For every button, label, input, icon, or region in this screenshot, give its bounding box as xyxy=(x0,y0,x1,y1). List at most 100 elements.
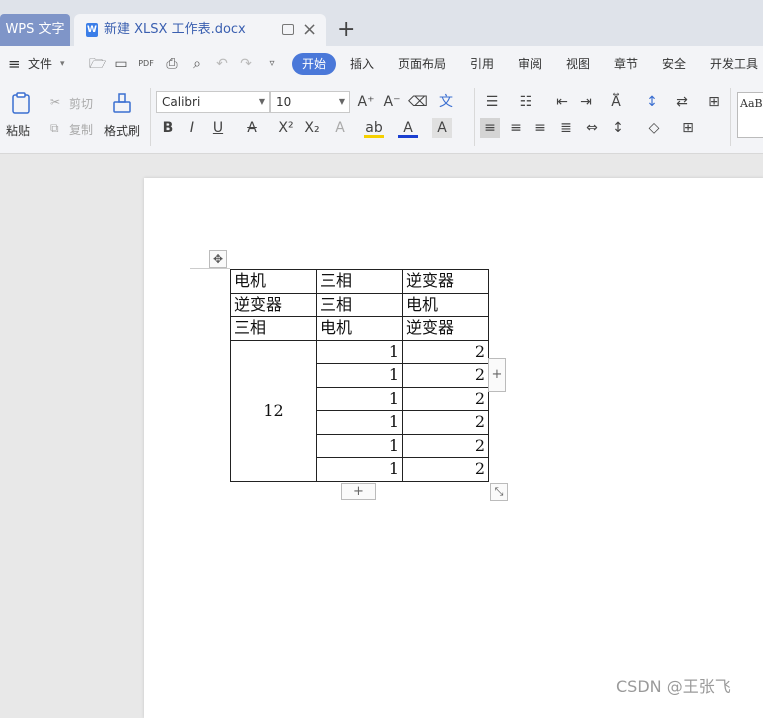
copy-button[interactable]: 复制 xyxy=(69,121,93,138)
table-cell[interactable]: 电机 xyxy=(402,292,489,317)
table-cell[interactable]: 1 xyxy=(316,457,403,482)
document-tab[interactable]: W 新建 XLSX 工作表.docx × xyxy=(74,14,326,46)
table-cell[interactable]: 三相 xyxy=(230,316,317,341)
tab-references[interactable]: 引用 xyxy=(470,46,494,82)
table-cell[interactable]: 2 xyxy=(402,339,489,364)
table-row: 逆变器 三相 电机 xyxy=(230,292,489,317)
shading-icon[interactable]: ◇ xyxy=(644,118,664,138)
table-cell[interactable]: 2 xyxy=(402,386,489,411)
font-size-select[interactable]: 10 ▼ xyxy=(270,91,350,113)
close-tab-icon[interactable]: × xyxy=(302,17,317,43)
tab-developer-tools[interactable]: 开发工具 xyxy=(710,46,758,82)
tab-insert[interactable]: 插入 xyxy=(350,46,374,82)
bold-icon[interactable]: B xyxy=(158,118,178,138)
line-spacing-icon[interactable]: ↕ xyxy=(608,118,628,138)
add-row-plus-icon[interactable]: + xyxy=(341,483,376,500)
app-tab-wps[interactable]: WPS 文字 xyxy=(0,14,70,46)
format-painter-button[interactable]: 格式刷 xyxy=(104,122,140,139)
phonetic-guide-icon[interactable]: 文 xyxy=(436,92,456,112)
tab-page-layout[interactable]: 页面布局 xyxy=(398,46,446,82)
table-cell[interactable]: 1 xyxy=(316,386,403,411)
merged-cell[interactable]: 12 xyxy=(230,339,317,482)
tab-security[interactable]: 安全 xyxy=(662,46,686,82)
underline-icon[interactable]: U xyxy=(208,118,228,138)
decrease-font-size-icon[interactable]: A⁻ xyxy=(382,92,402,112)
copy-icon[interactable]: ⧉ xyxy=(50,121,59,136)
table-cell[interactable]: 2 xyxy=(402,363,489,388)
style-gallery-preview[interactable]: AaBb xyxy=(737,92,763,138)
show-marks-icon[interactable]: ⇄ xyxy=(672,92,692,112)
table-cell[interactable]: 2 xyxy=(402,410,489,435)
clear-formatting-icon[interactable]: ⌫ xyxy=(408,92,428,112)
document-page[interactable]: ✥ 电机 三相 逆变器 逆变器 三相 电机 三相 电机 逆变器 12 1 2 1… xyxy=(144,178,763,718)
align-right-icon[interactable]: ≡ xyxy=(530,118,550,138)
text-effects-icon[interactable]: A xyxy=(330,118,350,138)
export-pdf-icon[interactable]: PDF xyxy=(138,56,154,72)
undo-icon[interactable]: ↶ xyxy=(214,56,230,72)
tab-view[interactable]: 视图 xyxy=(566,46,590,82)
format-painter-icon[interactable] xyxy=(111,92,133,114)
align-left-icon[interactable]: ≡ xyxy=(480,118,500,138)
new-tab-button[interactable]: + xyxy=(337,14,355,46)
table-cell[interactable]: 电机 xyxy=(230,269,317,294)
bullet-list-icon[interactable]: ☰ xyxy=(482,92,502,112)
decrease-indent-icon[interactable]: ⇤ xyxy=(552,92,572,112)
table-cell[interactable]: 三相 xyxy=(316,269,403,294)
text-direction-icon[interactable]: A⃡ xyxy=(606,92,626,112)
table-cell[interactable]: 1 xyxy=(316,363,403,388)
table-cell[interactable]: 1 xyxy=(316,433,403,458)
table-cell[interactable]: 电机 xyxy=(316,316,403,341)
distributed-align-icon[interactable]: ⇔ xyxy=(582,118,602,138)
superscript-icon[interactable]: X² xyxy=(276,118,296,138)
print-icon[interactable]: ⎙ xyxy=(164,56,180,72)
paste-icon[interactable] xyxy=(10,92,32,114)
quick-access-dropdown-icon[interactable]: ▿ xyxy=(264,56,280,72)
align-center-icon[interactable]: ≡ xyxy=(506,118,526,138)
table-cell[interactable]: 1 xyxy=(316,410,403,435)
cut-button[interactable]: 剪切 xyxy=(69,95,93,112)
table-cell[interactable]: 三相 xyxy=(316,292,403,317)
character-shading-icon[interactable]: A xyxy=(432,118,452,138)
add-column-plus-icon[interactable]: + xyxy=(488,358,506,392)
csdn-watermark: CSDN @王张飞 xyxy=(616,677,731,696)
increase-indent-icon[interactable]: ⇥ xyxy=(576,92,596,112)
document-workspace: ✥ 电机 三相 逆变器 逆变器 三相 电机 三相 电机 逆变器 12 1 2 1… xyxy=(0,155,763,718)
font-color-icon[interactable]: A xyxy=(398,118,418,138)
highlight-icon[interactable]: ab xyxy=(364,118,384,138)
chevron-down-icon: ▼ xyxy=(338,97,345,106)
table-cell[interactable]: 2 xyxy=(402,457,489,482)
window-restore-icon[interactable] xyxy=(282,24,294,35)
borders-icon[interactable]: ⊞ xyxy=(678,118,698,138)
tab-chapter[interactable]: 章节 xyxy=(614,46,638,82)
document-table[interactable]: 电机 三相 逆变器 逆变器 三相 电机 三相 电机 逆变器 12 1 2 1 2… xyxy=(230,269,489,482)
table-cell[interactable]: 1 xyxy=(316,339,403,364)
font-name-select[interactable]: Calibri ▼ xyxy=(156,91,270,113)
table-cell[interactable]: 逆变器 xyxy=(230,292,317,317)
file-menu[interactable]: 文件 xyxy=(28,46,52,82)
strikethrough-icon[interactable]: A xyxy=(242,118,262,138)
subscript-icon[interactable]: X₂ xyxy=(302,118,322,138)
table-grid-icon[interactable]: ⊞ xyxy=(704,92,724,112)
tab-review[interactable]: 审阅 xyxy=(518,46,542,82)
cut-scissors-icon[interactable]: ✂ xyxy=(50,95,60,109)
tab-home[interactable]: 开始 xyxy=(292,53,337,75)
italic-icon[interactable]: I xyxy=(182,118,202,138)
sort-icon[interactable]: ↕ xyxy=(642,92,662,112)
table-move-handle-icon[interactable]: ✥ xyxy=(209,250,227,268)
hamburger-menu-icon[interactable]: ≡ xyxy=(8,46,21,82)
menu-bar: ≡ 文件 ▾ 🗁 ▭ PDF ⎙ ⌕ ↶ ↷ ▿ 开始 插入 页面布局 引用 审… xyxy=(0,46,763,82)
save-icon[interactable]: ▭ xyxy=(113,56,129,72)
redo-icon[interactable]: ↷ xyxy=(238,56,254,72)
paste-button[interactable]: 粘贴 xyxy=(6,122,30,139)
increase-font-size-icon[interactable]: A⁺ xyxy=(356,92,376,112)
print-preview-icon[interactable]: ⌕ xyxy=(189,56,205,72)
table-cell[interactable]: 2 xyxy=(402,433,489,458)
table-resize-handle-icon[interactable]: ⤡ xyxy=(490,483,508,501)
open-folder-icon[interactable]: 🗁 xyxy=(89,56,106,72)
numbered-list-icon[interactable]: ☷ xyxy=(516,92,536,112)
ribbon-separator xyxy=(150,88,151,146)
table-cell[interactable]: 逆变器 xyxy=(402,269,489,294)
table-cell[interactable]: 逆变器 xyxy=(402,316,489,341)
justify-icon[interactable]: ≣ xyxy=(556,118,576,138)
file-menu-chevron-icon[interactable]: ▾ xyxy=(60,46,65,82)
